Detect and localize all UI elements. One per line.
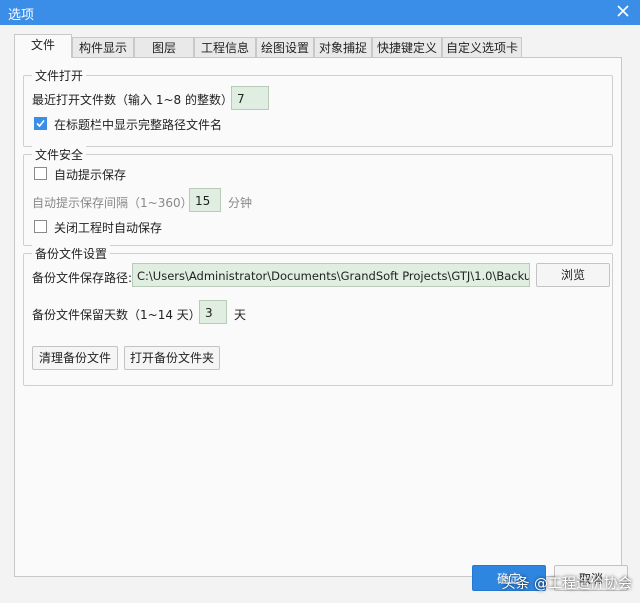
tab-panel-file: 文件打开 最近打开文件数（输入 1~8 的整数）: 7 在标题栏中显示完整路径文…: [14, 57, 622, 577]
backup-path-label: 备份文件保存路径:: [32, 271, 133, 285]
tab-shortcut-keys[interactable]: 快捷键定义: [372, 37, 442, 57]
prompt-interval-label: 自动提示保存间隔（1~360）: [32, 196, 193, 210]
auto-prompt-save-label: 自动提示保存: [54, 168, 127, 182]
show-full-path-checkbox[interactable]: [34, 117, 47, 130]
open-backup-folder-button[interactable]: 打开备份文件夹: [124, 346, 220, 370]
tab-project-info[interactable]: 工程信息: [194, 37, 256, 57]
backup-days-unit: 天: [234, 308, 247, 322]
recent-files-input[interactable]: 7: [231, 86, 269, 110]
tab-layers[interactable]: 图层: [134, 37, 194, 57]
auto-prompt-save-checkbox[interactable]: [34, 167, 47, 180]
tab-component-display[interactable]: 构件显示: [72, 37, 134, 57]
window-title: 选项: [8, 8, 35, 23]
tab-drawing-settings[interactable]: 绘图设置: [256, 37, 314, 57]
backup-days-label: 备份文件保留天数（1~14 天）:: [32, 308, 205, 322]
file-safety-legend: 文件安全: [32, 146, 87, 163]
backup-days-input[interactable]: 3: [199, 300, 227, 324]
tab-file[interactable]: 文件: [14, 34, 72, 58]
backup-settings-group: 备份文件设置 备份文件保存路径: C:\Users\Administrator\…: [23, 245, 613, 386]
file-open-group: 文件打开 最近打开文件数（输入 1~8 的整数）: 7 在标题栏中显示完整路径文…: [23, 67, 613, 147]
autosave-on-close-checkbox[interactable]: [34, 220, 47, 233]
prompt-interval-unit: 分钟: [228, 196, 253, 210]
recent-files-label: 最近打开文件数（输入 1~8 的整数）:: [32, 93, 237, 107]
tab-custom-tab[interactable]: 自定义选项卡: [442, 37, 522, 57]
browse-button[interactable]: 浏览: [536, 263, 610, 287]
prompt-interval-input[interactable]: 15: [189, 188, 221, 212]
title-bar: 选项: [0, 0, 640, 25]
checkmark-icon: [36, 119, 45, 128]
watermark-text: 头条 @工程造价协会: [501, 576, 632, 592]
file-open-legend: 文件打开: [32, 67, 87, 84]
autosave-on-close-label: 关闭工程时自动保存: [54, 221, 163, 235]
options-dialog: 文件 构件显示 图层 工程信息 绘图设置 对象捕捉 快捷键定义 自定义选项卡 文…: [0, 25, 640, 603]
file-safety-group: 文件安全 自动提示保存 自动提示保存间隔（1~360） 15 分钟 关闭工程时自…: [23, 146, 613, 246]
tab-object-snap[interactable]: 对象捕捉: [314, 37, 372, 57]
backup-path-input[interactable]: C:\Users\Administrator\Documents\GrandSo…: [132, 263, 530, 287]
close-icon[interactable]: [614, 2, 632, 20]
clean-backup-button[interactable]: 清理备份文件: [32, 346, 118, 370]
backup-legend: 备份文件设置: [32, 245, 111, 262]
show-full-path-label: 在标题栏中显示完整路径文件名: [54, 118, 223, 132]
